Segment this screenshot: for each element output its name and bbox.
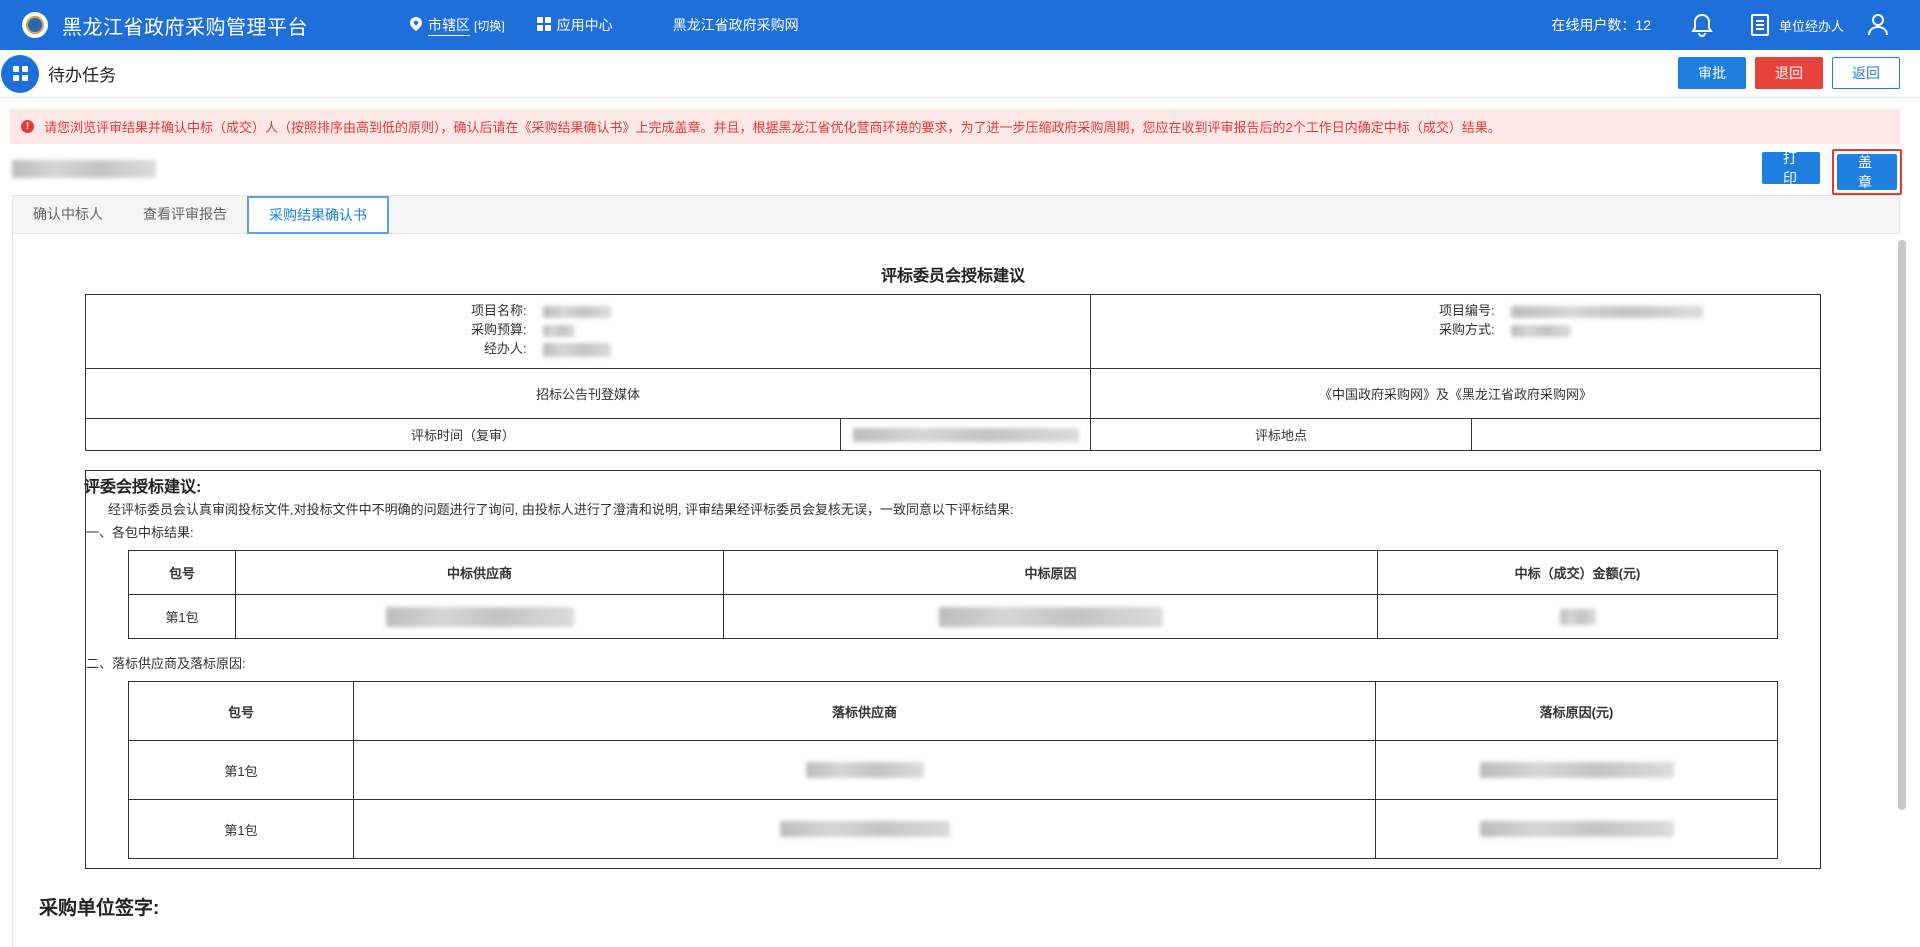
app-center-link[interactable]: 应用中心 <box>536 15 613 35</box>
switch-district-link[interactable]: [切换] <box>474 17 505 34</box>
package-cell: 第1包 <box>128 740 354 800</box>
stamp-button[interactable]: 盖章 <box>1837 154 1897 190</box>
task-grid-icon <box>1 54 39 93</box>
project-no-label: 项目编号: <box>1439 303 1495 318</box>
col-winning-amount: 中标（成交）金额(元) <box>1377 550 1778 595</box>
eval-time-label: 评标时间（复审） <box>85 418 841 451</box>
page-header: 待办任务 审批 退回 返回 <box>0 50 1920 98</box>
gov-site-label: 黑龙江省政府采购网 <box>672 17 799 33</box>
alert-banner: ! 请您浏览评审结果并确认中标（成交）人（按照排序由高到低的原则），确认后请在《… <box>10 109 1900 144</box>
approve-button[interactable]: 审批 <box>1678 57 1746 89</box>
user-avatar-icon[interactable] <box>1866 12 1890 39</box>
tab-result-confirmation[interactable]: 采购结果确认书 <box>247 196 389 234</box>
redacted-value <box>938 606 1163 627</box>
location-pin-icon <box>410 16 422 34</box>
table-row: 第1包 <box>128 740 1778 800</box>
col-winning-supplier: 中标供应商 <box>235 550 724 595</box>
redacted-value <box>1510 305 1703 318</box>
budget-label: 采购预算: <box>471 322 527 337</box>
redacted-value <box>542 342 611 357</box>
recommendation-box: 评委会授标建议: 经评标委员会认真审阅投标文件,对投标文件中不明确的问题进行了询… <box>84 470 1821 869</box>
tab-bar: 确认中标人 查看评审报告 采购结果确认书 <box>12 195 1900 234</box>
scrollbar[interactable] <box>1898 240 1906 810</box>
redacted-value <box>1559 608 1596 625</box>
emblem-logo <box>22 12 48 38</box>
method-label: 采购方式: <box>1439 322 1495 337</box>
handler-label: 经办人: <box>484 341 527 356</box>
redacted-value <box>852 428 1079 443</box>
package-cell: 第1包 <box>128 799 354 859</box>
media-value: 《中国政府采购网》及《黑龙江省政府采购网》 <box>1090 368 1821 419</box>
redacted-value <box>779 821 950 838</box>
back-button[interactable]: 返回 <box>1832 57 1900 89</box>
package-cell: 第1包 <box>128 594 236 639</box>
col-package: 包号 <box>128 681 354 741</box>
redacted-value <box>805 762 924 779</box>
stamp-highlight: 盖章 <box>1832 149 1902 195</box>
app-center-label: 应用中心 <box>556 17 613 33</box>
table-row: 第1包 <box>128 594 1778 639</box>
document-content: 评标委员会授标建议 项目名称: 采购预算: 经办人: 项目编号: 采购方式: 招… <box>12 234 1888 947</box>
project-name-label: 项目名称: <box>471 303 527 318</box>
district-selector[interactable]: 市辖区 [切换] <box>410 15 505 36</box>
redacted-value <box>1479 821 1674 838</box>
winners-table: 包号 中标供应商 中标原因 中标（成交）金额(元) 第1包 <box>128 550 1778 639</box>
document-icon <box>1750 14 1769 36</box>
media-label: 招标公告刊登媒体 <box>85 368 1091 419</box>
page-title: 待办任务 <box>48 66 116 85</box>
notification-bell-icon[interactable] <box>1687 10 1717 40</box>
redacted-value <box>385 606 574 627</box>
alert-text: 请您浏览评审结果并确认中标（成交）人（按照排序由高到低的原则），确认后请在《采购… <box>44 120 1501 135</box>
section-losers-title: 二、落标供应商及落标原因: <box>86 656 246 671</box>
exclamation-icon: ! <box>21 120 34 133</box>
app-title: 黑龙江省政府采购管理平台 <box>62 16 308 39</box>
section-winners-title: 一、各包中标结果: <box>86 525 194 540</box>
col-package: 包号 <box>128 550 236 595</box>
gov-site-link[interactable]: 黑龙江省政府采购网 <box>673 15 799 35</box>
document-title: 评标委员会授标建议 <box>880 268 1025 285</box>
col-losing-supplier: 落标供应商 <box>353 681 1376 741</box>
project-info-table: 项目名称: 采购预算: 经办人: 项目编号: 采购方式: 招标公告刊登媒体 《中… <box>85 294 1821 451</box>
redacted-value <box>1479 762 1674 779</box>
district-name[interactable]: 市辖区 <box>428 15 470 36</box>
print-button[interactable]: 打印 <box>1762 150 1820 186</box>
losers-table: 包号 落标供应商 落标原因(元) 第1包 第1包 <box>128 681 1778 859</box>
col-losing-reason: 落标原因(元) <box>1375 681 1778 741</box>
signature-label: 采购单位签字: <box>39 898 160 919</box>
tab-confirm-winner[interactable]: 确认中标人 <box>13 196 123 233</box>
apps-grid-icon <box>536 16 551 34</box>
user-role-menu[interactable]: 单位经办人 <box>1750 14 1844 36</box>
col-winning-reason: 中标原因 <box>723 550 1378 595</box>
redacted-project-label <box>12 160 156 178</box>
top-bar: 黑龙江省政府采购管理平台 市辖区 [切换] 应用中心 黑龙江省政府采购网 在线用… <box>0 0 1920 50</box>
recommendation-title: 评委会授标建议: <box>84 479 202 496</box>
tab-view-report[interactable]: 查看评审报告 <box>123 196 247 233</box>
user-role-label: 单位经办人 <box>1778 18 1844 34</box>
recommendation-text: 经评标委员会认真审阅投标文件,对投标文件中不明确的问题进行了询问, 由投标人进行… <box>108 502 1014 517</box>
table-row: 第1包 <box>128 799 1778 859</box>
redacted-value <box>542 324 575 337</box>
reject-button[interactable]: 退回 <box>1755 57 1823 89</box>
online-users-count: 在线用户数：12 <box>1551 17 1651 33</box>
redacted-value <box>1510 324 1571 337</box>
redacted-value <box>542 305 611 318</box>
eval-place-label: 评标地点 <box>1090 418 1472 451</box>
